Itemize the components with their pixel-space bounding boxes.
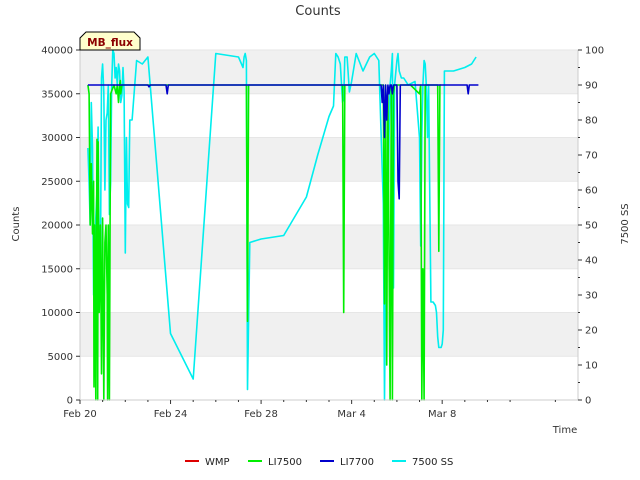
y2-axis-title: 7500 SS — [620, 203, 631, 244]
grid-bands — [80, 49, 578, 401]
y2-tick-label: 60 — [585, 186, 598, 197]
y2-tick-label: 70 — [585, 151, 598, 162]
y-tick-label: 35000 — [41, 89, 73, 100]
badge-label: MB_flux — [87, 37, 133, 49]
legend-label-7500-ss: 7500 SS — [412, 457, 453, 468]
y2-tick-label: 40 — [585, 256, 598, 267]
y2-tick-label: 0 — [585, 396, 591, 407]
legend-label-li7500: LI7500 — [268, 457, 302, 468]
x-tick-label: Feb 20 — [63, 409, 97, 420]
y-tick-label: 20000 — [41, 221, 73, 232]
y-tick-label: 30000 — [41, 133, 73, 144]
y-tick-label: 25000 — [41, 177, 73, 188]
y2-tick-label: 90 — [585, 81, 598, 92]
grid-band — [80, 50, 578, 94]
y-tick-label: 0 — [67, 396, 73, 407]
legend-label-li7700: LI7700 — [340, 457, 374, 468]
chart: 0 5000 10000 15000 20000 25000 30000 35000 40000… — [11, 4, 631, 468]
y-tick-label: 10000 — [41, 308, 73, 319]
y-tick-label: 40000 — [41, 46, 73, 57]
legend-label-wmp: WMP — [205, 457, 230, 468]
x-tick-label: Mar 8 — [428, 409, 456, 420]
y2-tick-label: 10 — [585, 361, 598, 372]
x-tick-label: Feb 24 — [154, 409, 188, 420]
grid-band — [80, 225, 578, 269]
mb-flux-badge: MB_flux — [79, 31, 141, 51]
y2-tick-label: 100 — [585, 46, 604, 57]
x-axis-title: Time — [552, 425, 577, 436]
x-tick-label: Feb 28 — [244, 409, 278, 420]
y2-tick-label: 30 — [585, 291, 598, 302]
legend: WMP LI7500 LI7700 7500 SS — [185, 457, 453, 468]
y-tick-label: 15000 — [41, 264, 73, 275]
y2-tick-label: 80 — [585, 116, 598, 127]
y-tick-label: 5000 — [48, 352, 73, 363]
grid-band — [80, 312, 578, 357]
y2-tick-label: 50 — [585, 221, 598, 232]
y-axis-title: Counts — [11, 207, 22, 242]
chart-title: Counts — [295, 4, 341, 19]
x-tick-label: Mar 4 — [337, 409, 365, 420]
y2-tick-label: 20 — [585, 326, 598, 337]
